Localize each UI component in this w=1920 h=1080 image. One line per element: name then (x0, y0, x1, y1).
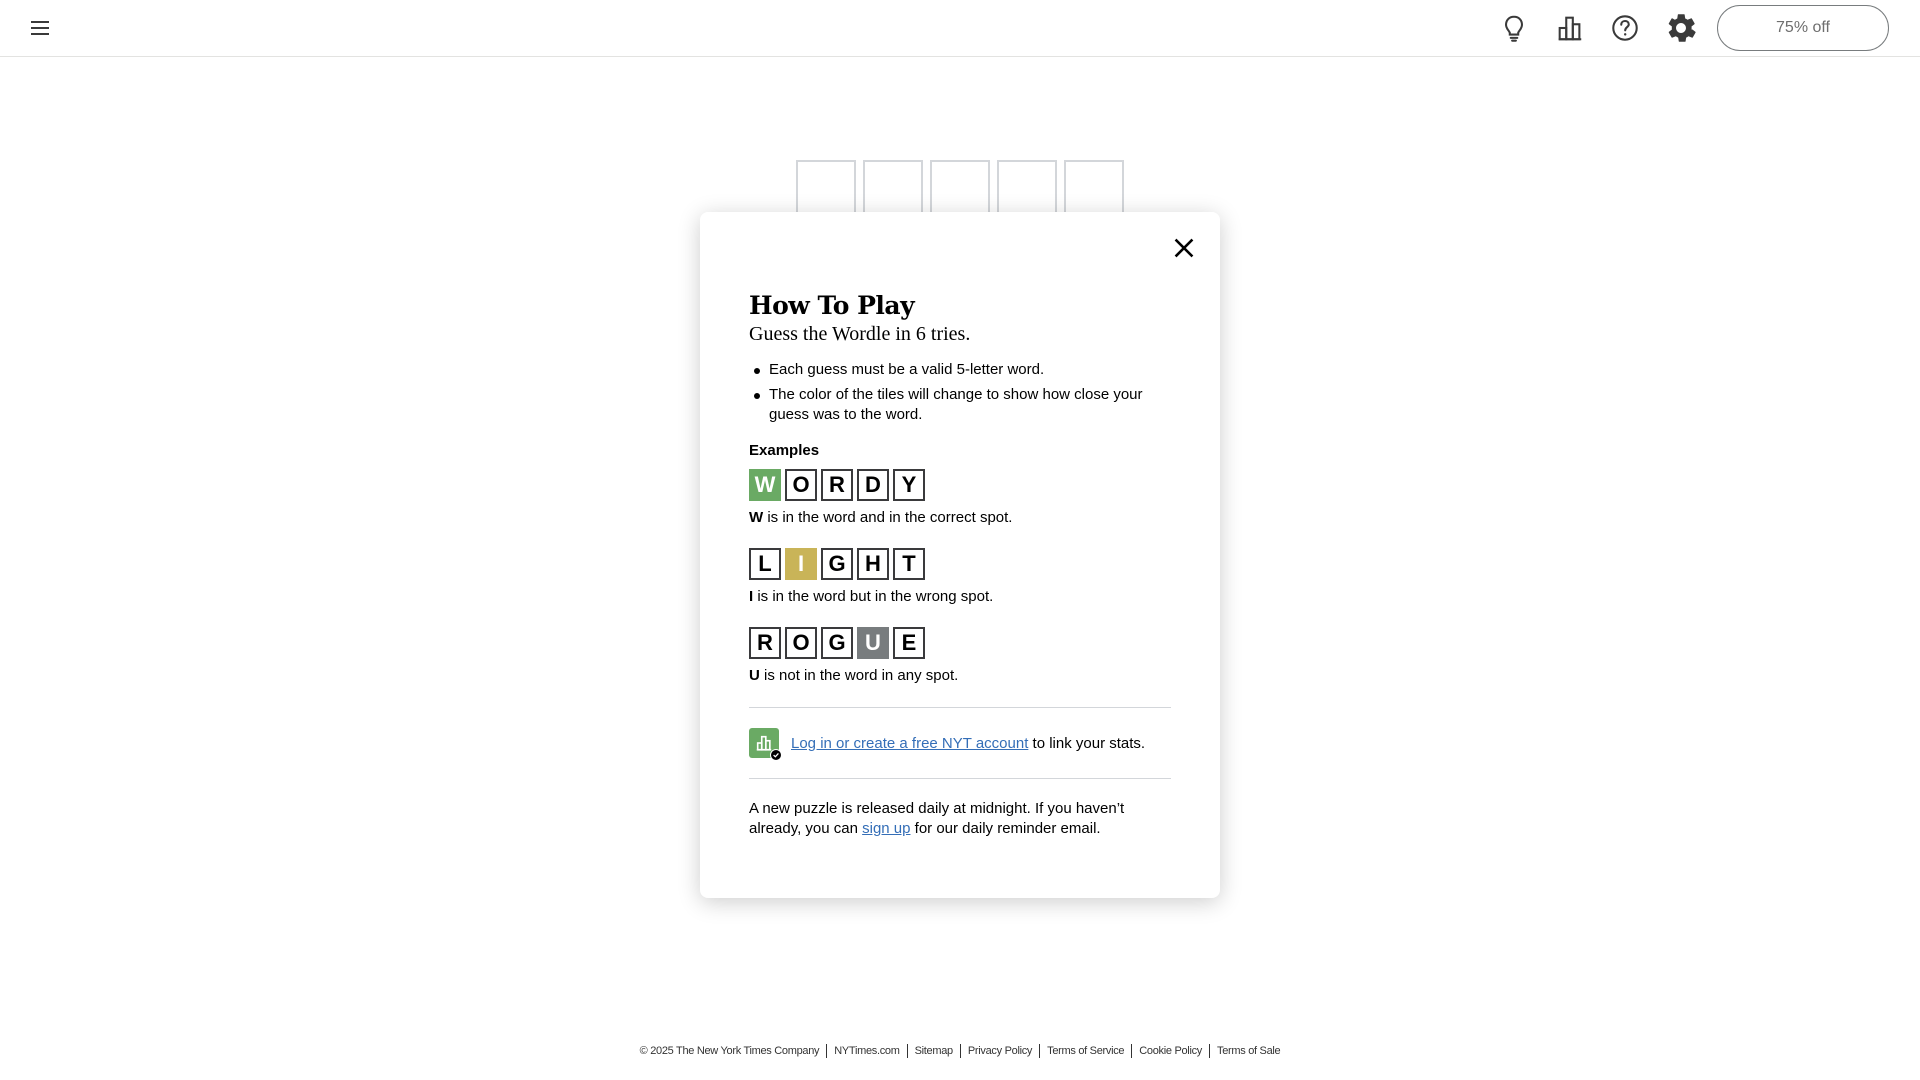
sign-up-link[interactable]: sign up (862, 820, 910, 837)
example-tile: Y (893, 469, 925, 501)
example-tile: T (893, 548, 925, 580)
example-tile: G (821, 548, 853, 580)
example-tile: D (857, 469, 889, 501)
copyright-text: © 2025 The New York Times Company (639, 1045, 820, 1057)
example-text: is in the word but in the wrong spot. (753, 588, 994, 605)
footer-link-terms-service[interactable]: Terms of Service (1047, 1045, 1124, 1057)
page-footer: © 2025 The New York Times Company NYTime… (0, 1044, 1920, 1058)
examples-heading: Examples (749, 442, 820, 459)
link-stats-text: Log in or create a free NYT account to l… (791, 735, 1145, 752)
footer-separator (1131, 1044, 1133, 1058)
rules-list: Each guess must be a valid 5-letter word… (749, 360, 1171, 425)
example-tiles: L I G H T (749, 548, 1171, 580)
example-tile: R (821, 469, 853, 501)
example-tile: R (749, 627, 781, 659)
board-tile (863, 160, 923, 220)
example-letter: W (749, 509, 764, 526)
board-tile (997, 160, 1057, 220)
example-description: U is not in the word in any spot. (749, 666, 1171, 686)
reminder-note: A new puzzle is released daily at midnig… (749, 799, 1171, 839)
example-tiles: W O R D Y (749, 469, 1171, 501)
example-tile: O (785, 627, 817, 659)
example-rogue: R O G U E U is not in the word in any sp… (749, 627, 1171, 686)
example-text: is in the word and in the correct spot. (763, 509, 1013, 526)
board-tile (796, 160, 856, 220)
menu-icon[interactable] (26, 14, 54, 42)
help-icon[interactable] (1609, 12, 1641, 44)
link-stats-row: Log in or create a free NYT account to l… (749, 708, 1171, 778)
example-tile: H (857, 548, 889, 580)
board-tile (930, 160, 990, 220)
subscribe-offer-button[interactable]: 75% off (1717, 5, 1889, 51)
example-tile: E (893, 627, 925, 659)
footer-separator (906, 1044, 908, 1058)
footer-separator (1209, 1044, 1210, 1058)
footer-separator (826, 1044, 828, 1058)
modal-subtitle: Guess the Wordle in 6 tries. (749, 323, 971, 345)
example-tile: L (749, 548, 781, 580)
modal-title: How To Play (749, 291, 915, 320)
checkmark-icon (770, 749, 782, 761)
example-tile: I (785, 548, 817, 580)
how-to-play-modal: How To Play Guess the Wordle in 6 tries.… (700, 212, 1220, 898)
hint-bulb-icon[interactable] (1498, 12, 1530, 44)
game-board-row (796, 160, 1124, 220)
footer-link-cookie[interactable]: Cookie Policy (1139, 1045, 1202, 1057)
rule-item: The color of the tiles will change to sh… (749, 385, 1171, 425)
reminder-note-suffix: for our daily reminder email. (910, 820, 1101, 837)
example-text: is not in the word in any spot. (759, 667, 959, 684)
example-tile: G (821, 627, 853, 659)
stats-badge-icon (749, 728, 782, 761)
footer-link-sitemap[interactable]: Sitemap (915, 1045, 954, 1057)
example-letter: U (749, 667, 760, 684)
example-wordy: W O R D Y W is in the word and in the co… (749, 469, 1171, 528)
example-light: L I G H T I is in the word but in the wr… (749, 548, 1171, 607)
board-tile (1064, 160, 1124, 220)
footer-link-terms-sale[interactable]: Terms of Sale (1217, 1045, 1281, 1057)
example-description: W is in the word and in the correct spot… (749, 508, 1171, 528)
settings-gear-icon[interactable] (1665, 12, 1697, 44)
example-tiles: R O G U E (749, 627, 1171, 659)
close-icon[interactable] (1168, 232, 1200, 264)
footer-separator (959, 1044, 961, 1058)
link-stats-suffix: to link your stats. (1028, 734, 1146, 752)
example-tile: O (785, 469, 817, 501)
rule-item: Each guess must be a valid 5-letter word… (749, 360, 1171, 380)
example-tile: W (749, 469, 781, 501)
login-link[interactable]: Log in or create a free NYT account (791, 735, 1028, 752)
example-description: I is in the word but in the wrong spot. (749, 587, 1171, 607)
footer-link-privacy[interactable]: Privacy Policy (968, 1045, 1033, 1057)
example-tile: U (857, 627, 889, 659)
app-header: 75% off (0, 0, 1920, 57)
footer-link-nytimes[interactable]: NYTimes.com (834, 1045, 900, 1057)
footer-separator (1039, 1044, 1041, 1058)
divider (749, 778, 1171, 779)
stats-icon[interactable] (1554, 12, 1586, 44)
